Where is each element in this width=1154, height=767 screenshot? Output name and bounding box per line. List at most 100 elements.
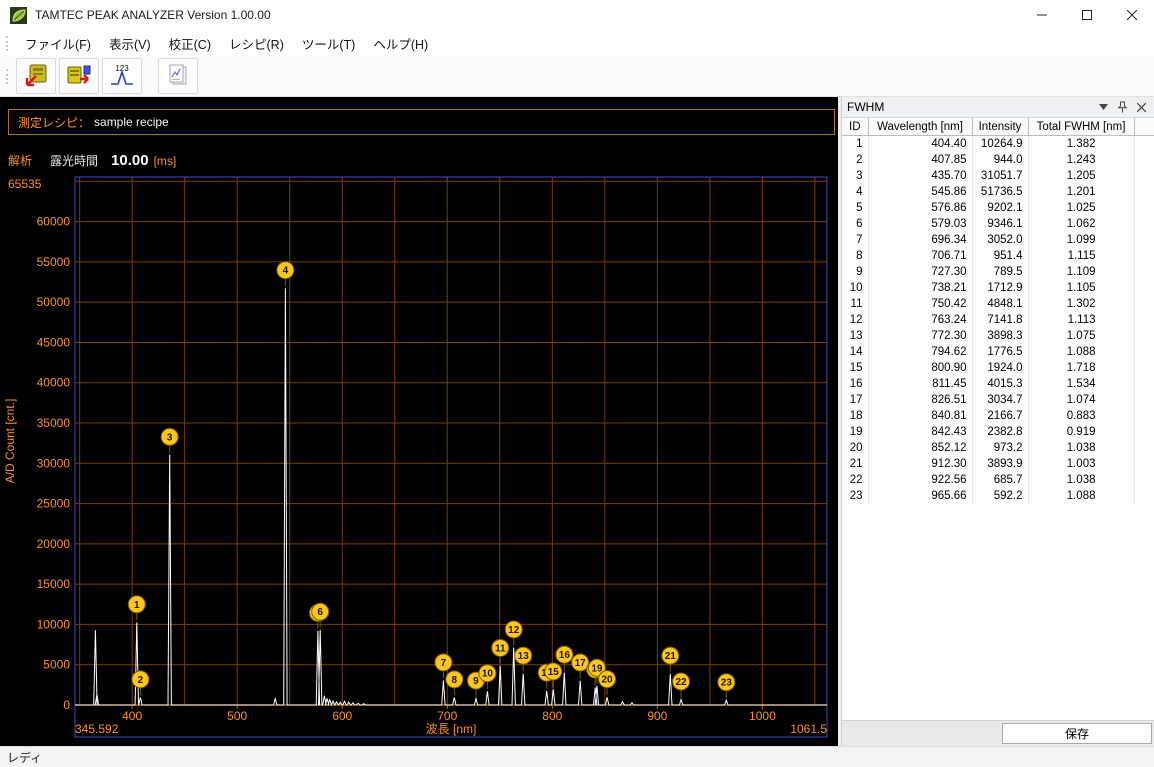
fwhm-table: ID Wavelength [nm] Intensity Total FWHM …: [842, 118, 1154, 504]
table-row[interactable]: 7 696.34 3052.0 1.099: [842, 232, 1154, 248]
svg-text:30000: 30000: [37, 456, 71, 470]
table-row[interactable]: 13 772.30 3898.3 1.075: [842, 328, 1154, 344]
table-row[interactable]: 2 407.85 944.0 1.243: [842, 152, 1154, 168]
table-row[interactable]: 14 794.62 1776.5 1.088: [842, 344, 1154, 360]
table-row[interactable]: 17 826.51 3034.7 1.074: [842, 392, 1154, 408]
svg-text:9: 9: [473, 676, 479, 687]
peak-number-button[interactable]: 123: [102, 58, 142, 94]
svg-text:4: 4: [283, 266, 289, 277]
svg-text:55000: 55000: [37, 255, 71, 269]
recipe-value: sample recipe: [94, 115, 169, 129]
svg-text:0: 0: [63, 698, 70, 712]
status-text: レディ: [7, 750, 43, 765]
svg-text:15: 15: [548, 667, 560, 678]
panel-close-button[interactable]: [1133, 99, 1149, 115]
svg-text:50000: 50000: [37, 295, 71, 309]
svg-text:500: 500: [227, 709, 247, 723]
table-row[interactable]: 4 545.86 51736.5 1.201: [842, 184, 1154, 200]
svg-text:15000: 15000: [37, 577, 71, 591]
svg-text:10000: 10000: [37, 617, 71, 631]
spectrum-chart-area: 400 500 600 700 800 900 1000 0 5000 10000 15000 200…: [0, 97, 838, 746]
svg-text:400: 400: [122, 709, 142, 723]
maximize-icon: [1081, 10, 1092, 20]
col-stub: [1134, 118, 1154, 136]
load-recipe-icon: [25, 64, 47, 87]
table-row[interactable]: 15 800.90 1924.0 1.718: [842, 360, 1154, 376]
svg-text:40000: 40000: [37, 376, 71, 390]
menu-tools[interactable]: ツール(T): [293, 30, 364, 57]
chevron-down-icon: [1098, 104, 1108, 110]
svg-text:25000: 25000: [37, 497, 71, 511]
panel-menu-button[interactable]: [1095, 99, 1111, 115]
col-wavelength[interactable]: Wavelength [nm]: [868, 118, 973, 136]
svg-text:23: 23: [721, 678, 733, 689]
load-recipe-button[interactable]: [16, 58, 56, 94]
table-row[interactable]: 21 912.30 3893.9 1.003: [842, 456, 1154, 472]
table-row[interactable]: 16 811.45 4015.3 1.534: [842, 376, 1154, 392]
peak-number-icon: 123: [111, 64, 133, 85]
pin-icon: [1116, 101, 1128, 113]
close-button[interactable]: [1109, 0, 1154, 30]
svg-text:17: 17: [575, 658, 587, 669]
menu-help[interactable]: ヘルプ(H): [364, 30, 437, 57]
spectrum-plot[interactable]: 400 500 600 700 800 900 1000050001000015000200…: [0, 97, 838, 746]
copy-report-button[interactable]: [158, 58, 198, 94]
recipe-label: 測定レシピ：: [18, 115, 91, 130]
svg-text:1: 1: [134, 600, 140, 611]
toolbar: 123: [0, 56, 1154, 97]
table-row[interactable]: 8 706.71 951.4 1.115: [842, 248, 1154, 264]
table-row[interactable]: 9 727.30 789.5 1.109: [842, 264, 1154, 280]
save-measure-icon: [67, 65, 91, 84]
fwhm-table-header-row: ID Wavelength [nm] Intensity Total FWHM …: [842, 118, 1154, 136]
svg-text:35000: 35000: [37, 416, 71, 430]
table-row[interactable]: 6 579.03 9346.1 1.062: [842, 216, 1154, 232]
title-bar: TAMTEC PEAK ANALYZER Version 1.00.00: [0, 0, 1154, 30]
svg-text:65535: 65535: [8, 177, 42, 191]
table-row[interactable]: 11 750.42 4848.1 1.302: [842, 296, 1154, 312]
fwhm-table-body: 1 404.40 10264.9 1.382 2 407.85 944.0 1.243 3 435…: [842, 135, 1154, 504]
table-row[interactable]: 22 922.56 685.7 1.038: [842, 472, 1154, 488]
menu-bar: ファイル(F) 表示(V) 校正(C) レシピ(R) ツール(T) ヘルプ(H): [0, 30, 1154, 56]
svg-text:1061.5: 1061.5: [790, 722, 827, 736]
svg-text:345.592: 345.592: [75, 722, 119, 736]
svg-text:A/D Count [cnt.]: A/D Count [cnt.]: [3, 399, 17, 484]
col-total-fwhm[interactable]: Total FWHM [nm]: [1028, 118, 1135, 136]
svg-text:7: 7: [441, 658, 447, 669]
status-bar: レディ: [0, 746, 1154, 767]
table-row[interactable]: 10 738.21 1712.9 1.105: [842, 280, 1154, 296]
col-intensity[interactable]: Intensity: [972, 118, 1029, 136]
menu-file[interactable]: ファイル(F): [16, 30, 100, 57]
table-row[interactable]: 18 840.81 2166.7 0.883: [842, 408, 1154, 424]
menu-recipe[interactable]: レシピ(R): [220, 30, 293, 57]
svg-text:10: 10: [482, 669, 494, 680]
save-button[interactable]: 保存: [1002, 723, 1152, 744]
menubar-grip[interactable]: [6, 35, 11, 51]
table-row[interactable]: 3 435.70 31051.7 1.205: [842, 168, 1154, 184]
table-row[interactable]: 12 763.24 7141.8 1.113: [842, 312, 1154, 328]
toolbar-grip[interactable]: [6, 68, 11, 84]
table-row[interactable]: 1 404.40 10264.9 1.382: [842, 135, 1154, 152]
menu-calibration[interactable]: 校正(C): [160, 30, 220, 57]
table-row[interactable]: 5 576.86 9202.1 1.025: [842, 200, 1154, 216]
exposure-value: 10.00: [111, 152, 149, 169]
table-row[interactable]: 23 965.66 592.2 1.088: [842, 488, 1154, 504]
svg-text:45000: 45000: [37, 335, 71, 349]
menu-view[interactable]: 表示(V): [100, 30, 160, 57]
table-row[interactable]: 20 852.12 973.2 1.038: [842, 440, 1154, 456]
fwhm-panel: FWHM ID Wavelength [nm] Intensity Total …: [841, 97, 1154, 746]
svg-text:8: 8: [452, 675, 458, 686]
window-title: TAMTEC PEAK ANALYZER Version 1.00.00: [35, 8, 271, 22]
table-row[interactable]: 19 842.43 2382.8 0.919: [842, 424, 1154, 440]
panel-pin-button[interactable]: [1114, 99, 1130, 115]
svg-text:12: 12: [508, 625, 520, 636]
minimize-button[interactable]: [1019, 0, 1064, 30]
svg-text:60000: 60000: [37, 215, 71, 229]
col-id[interactable]: ID: [842, 118, 869, 136]
close-icon: [1126, 10, 1137, 20]
svg-text:900: 900: [647, 709, 667, 723]
svg-text:3: 3: [167, 432, 173, 443]
svg-text:20: 20: [602, 675, 614, 686]
save-measure-button[interactable]: [59, 58, 99, 94]
maximize-button[interactable]: [1064, 0, 1109, 30]
copy-report-icon: [169, 64, 187, 85]
